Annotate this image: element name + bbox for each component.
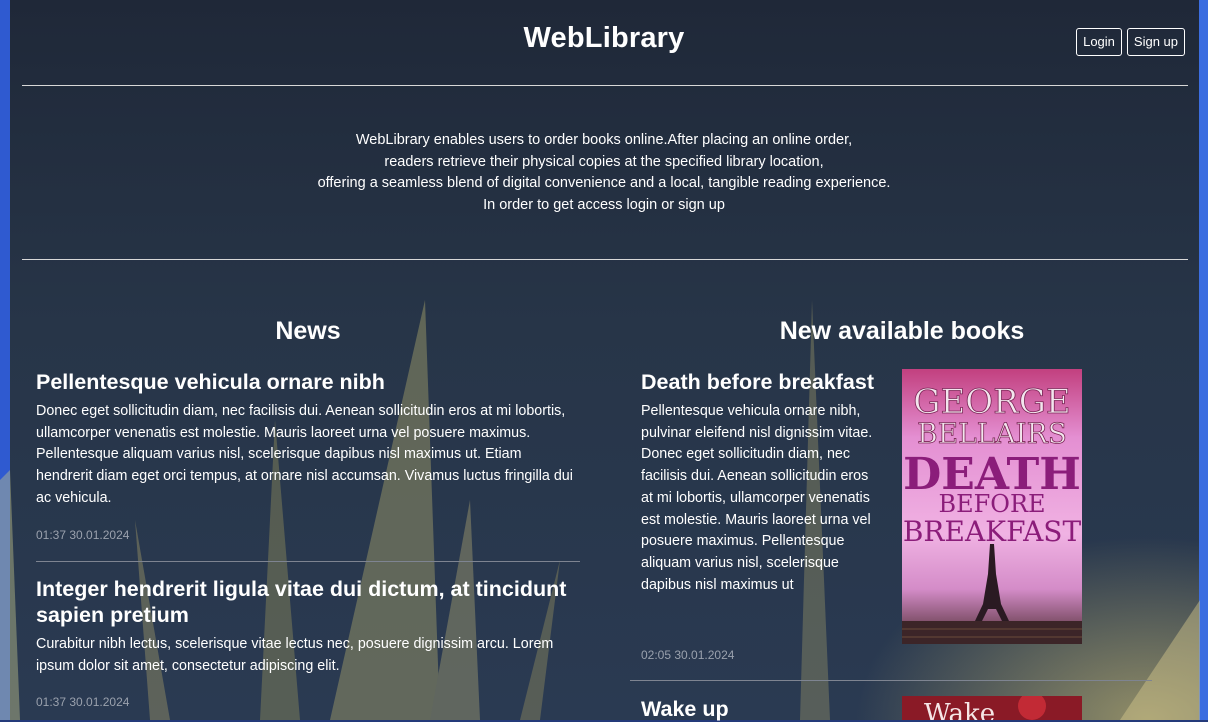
auth-buttons: Login Sign up <box>1076 28 1185 56</box>
cover-title-line2: BEFORE <box>938 490 1045 518</box>
intro-text: WebLibrary enables users to order books … <box>0 130 1208 217</box>
news-item[interactable]: Pellentesque vehicula ornare nibh Donec … <box>36 369 581 542</box>
book-item[interactable]: Wake up <box>641 696 881 722</box>
news-item-title[interactable]: Integer hendrerit ligula vitae dui dictu… <box>36 576 581 628</box>
cover-title: Wake <box>924 699 995 720</box>
intro-divider <box>22 259 1188 260</box>
book-item-description: Pellentesque vehicula ornare nibh, pulvi… <box>641 403 873 593</box>
news-item-body: Curabitur nibh lectus, scelerisque vitae… <box>36 636 554 674</box>
intro-line: offering a seamless blend of digital con… <box>317 175 891 192</box>
cover-title-line3: BREAKFAST <box>903 515 1082 548</box>
intro-line: In order to get access login or sign up <box>483 197 725 214</box>
login-button[interactable]: Login <box>1076 28 1122 56</box>
news-item-timestamp: 01:37 30.01.2024 <box>36 527 130 542</box>
book-item-title[interactable]: Wake up <box>641 696 881 722</box>
news-item-body: Donec eget sollicitudin diam, nec facili… <box>36 403 573 506</box>
intro-line: readers retrieve their physical copies a… <box>384 153 824 170</box>
signup-button[interactable]: Sign up <box>1126 28 1185 56</box>
books-heading: New available books <box>779 317 1025 345</box>
news-heading: News <box>275 317 341 345</box>
book-cover-death-before-breakfast[interactable]: GEORGE BELLAIRS DEATH BEFORE BREAKFAST <box>902 369 1082 644</box>
cover-author-line1: GEORGE <box>913 382 1070 422</box>
news-item-timestamp: 01:37 30.01.2024 <box>36 695 130 710</box>
book-item[interactable]: Death before breakfast Pellentesque vehi… <box>641 369 881 596</box>
news-item[interactable]: Integer hendrerit ligula vitae dui dictu… <box>36 576 581 709</box>
book-divider <box>630 680 1152 681</box>
cover-author-line2: BELLAIRS <box>917 417 1067 450</box>
intro-line: WebLibrary enables users to order books … <box>355 132 853 148</box>
news-item-title[interactable]: Pellentesque vehicula ornare nibh <box>36 369 581 395</box>
header-divider <box>22 85 1188 86</box>
page-container: WebLibrary Login Sign up WebLibrary enab… <box>0 0 1208 722</box>
book-item-timestamp: 02:05 30.01.2024 <box>641 648 735 662</box>
news-divider <box>36 561 580 562</box>
book-cover-wake-up[interactable]: Wake <box>902 696 1082 720</box>
book-item-title[interactable]: Death before breakfast <box>641 369 881 395</box>
site-title: WebLibrary <box>523 22 685 54</box>
